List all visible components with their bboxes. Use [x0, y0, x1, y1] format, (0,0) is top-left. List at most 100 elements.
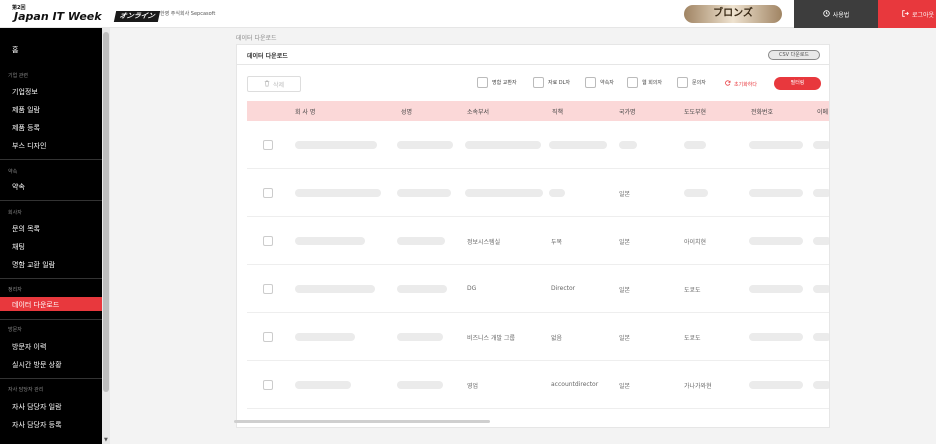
sidebar-item-product-register[interactable]: 제품 등록 [12, 123, 40, 133]
table-row[interactable]: DG Director 일본 도쿄도 [247, 265, 829, 313]
scrollbar-thumb[interactable] [103, 32, 109, 392]
redacted-phone [749, 285, 803, 293]
column-header-country[interactable]: 국가명 [619, 107, 636, 116]
redacted-email [813, 237, 829, 245]
redacted-prefecture [684, 141, 706, 149]
logo[interactable]: 第2回 Japan IT Week オンライン [12, 4, 161, 24]
trash-icon [264, 80, 270, 89]
sidebar-item-data-download[interactable]: 데이터 다운로드 [12, 300, 59, 310]
row-checkbox[interactable] [263, 188, 273, 198]
row-checkbox[interactable] [263, 140, 273, 150]
sidebar-item-realtime-visits[interactable]: 실시간 방문 상황 [12, 360, 62, 370]
filter-search-button[interactable]: 필터링 [774, 77, 821, 90]
logout-button[interactable]: 로그아웃 [878, 0, 936, 28]
cell-prefecture: 도쿄도 [684, 335, 701, 342]
sidebar-item-chat[interactable]: 채팅 [12, 242, 25, 252]
filter-web-meeting[interactable]: 웹 회의자 [627, 77, 662, 88]
sidebar-item-product-list[interactable]: 제품 일람 [12, 105, 40, 115]
redacted-name [397, 237, 445, 245]
sidebar-item-card-exchange[interactable]: 명함 교환 일람 [12, 260, 55, 270]
filter-inquiry[interactable]: 문의자 [677, 77, 706, 88]
sidebar-item-booth-design[interactable]: 부스 디자인 [12, 141, 46, 151]
sidebar-item-appointments[interactable]: 약속 [12, 182, 25, 192]
cell-department: 정보시스템실 [467, 239, 501, 246]
filter-checkbox[interactable] [533, 77, 544, 88]
delete-button[interactable]: 삭제 [247, 76, 301, 92]
logout-label: 로그아웃 [912, 11, 935, 19]
reset-label: 초기화하다 [734, 81, 758, 88]
sidebar-divider [0, 278, 102, 279]
cell-position: 없음 [551, 335, 563, 342]
sidebar: 홈 기업 관련 기업정보 제품 일람 제품 등록 부스 디자인 약속 약속 회사… [0, 28, 102, 444]
logo-name: Japan IT Week [14, 10, 102, 23]
redacted-name [397, 141, 453, 149]
row-checkbox[interactable] [263, 380, 273, 390]
row-checkbox[interactable] [263, 332, 273, 342]
cell-country: 일본 [619, 383, 631, 390]
sidebar-scrollbar[interactable]: ▼ [102, 28, 110, 444]
sidebar-item-home[interactable]: 홈 [12, 45, 18, 55]
filter-label: 문의자 [692, 80, 706, 86]
reset-button[interactable]: 초기화하다 [725, 80, 757, 88]
sidebar-section-visitors: 방문자 [8, 327, 22, 333]
panel-title: 데이터 다운로드 [247, 53, 288, 60]
sidebar-divider [0, 319, 102, 320]
redacted-department [465, 141, 541, 149]
horizontal-scrollbar[interactable] [234, 420, 490, 423]
table-row[interactable]: 영업 accountdirector 일본 가나가와현 [247, 361, 829, 409]
table-row[interactable]: 일본 [247, 169, 829, 217]
redacted-phone [749, 237, 803, 245]
csv-download-button[interactable]: CSV 다운로드 [768, 50, 820, 60]
redacted-name [397, 381, 443, 389]
cell-prefecture: 도쿄도 [684, 287, 701, 294]
sidebar-divider [0, 159, 102, 160]
sidebar-item-inquiry-list[interactable]: 문의 목록 [12, 224, 40, 234]
manual-label: 사용법 [832, 11, 850, 19]
column-header-email[interactable]: 이메 [817, 107, 828, 116]
cell-country: 일본 [619, 191, 631, 198]
redacted-phone [749, 381, 803, 389]
filter-label: 자료 DL자 [548, 80, 571, 86]
sidebar-section-reservation: 약속 [8, 169, 18, 175]
redacted-email [813, 285, 829, 293]
chevron-down-icon[interactable]: ▼ [104, 437, 108, 443]
redacted-email [813, 333, 829, 341]
filter-card-exchange[interactable]: 명함 교환자 [477, 77, 517, 88]
filter-label: 약속자 [600, 80, 614, 86]
row-checkbox[interactable] [263, 284, 273, 294]
data-download-panel: 데이터 다운로드 CSV 다운로드 삭제 명함 교환자 자료 DL자 약속자 웹… [236, 44, 830, 428]
filter-checkbox[interactable] [627, 77, 638, 88]
sidebar-item-visitor-history[interactable]: 방문자 이력 [12, 342, 46, 352]
filter-checkbox[interactable] [585, 77, 596, 88]
filter-appointment[interactable]: 약속자 [585, 77, 614, 88]
sidebar-item-staff-register[interactable]: 자사 담당자 등록 [12, 420, 62, 430]
sidebar-item-staff-list[interactable]: 자사 담당자 일람 [12, 402, 62, 412]
column-header-department[interactable]: 소속부서 [467, 107, 489, 116]
sidebar-divider [0, 200, 102, 201]
cell-position: 두목 [551, 239, 563, 246]
table-row[interactable] [247, 121, 829, 169]
manual-button[interactable]: 사용법 [794, 0, 878, 28]
column-header-position[interactable]: 직책 [552, 107, 563, 116]
table-row[interactable]: 정보시스템실 두목 일본 아이치현 [247, 217, 829, 265]
redacted-company [295, 333, 355, 341]
column-header-phone[interactable]: 전화번호 [751, 107, 773, 116]
redacted-department [465, 189, 543, 197]
column-header-company[interactable]: 회 사 명 [295, 107, 315, 116]
filter-checkbox[interactable] [677, 77, 688, 88]
filter-checkbox[interactable] [477, 77, 488, 88]
row-checkbox[interactable] [263, 236, 273, 246]
top-header: 第2回 Japan IT Week オンライン 한영 주식회사 Sepcasof… [0, 0, 936, 28]
cell-prefecture: 아이치현 [684, 239, 707, 246]
logo-online: オンライン [113, 11, 161, 22]
sidebar-item-company-info[interactable]: 기업정보 [12, 87, 38, 97]
sidebar-section-data: 정리자 [8, 287, 22, 293]
redacted-email [813, 141, 829, 149]
column-header-name[interactable]: 성명 [401, 107, 412, 116]
clock-icon [822, 9, 830, 19]
cell-department: 비즈니스 개발 그룹 [467, 335, 515, 342]
table-row[interactable]: 비즈니스 개발 그룹 없음 일본 도쿄도 [247, 313, 829, 361]
delete-label: 삭제 [272, 81, 285, 89]
column-header-prefecture[interactable]: 도도부현 [684, 107, 706, 116]
filter-material-dl[interactable]: 자료 DL자 [533, 77, 570, 88]
